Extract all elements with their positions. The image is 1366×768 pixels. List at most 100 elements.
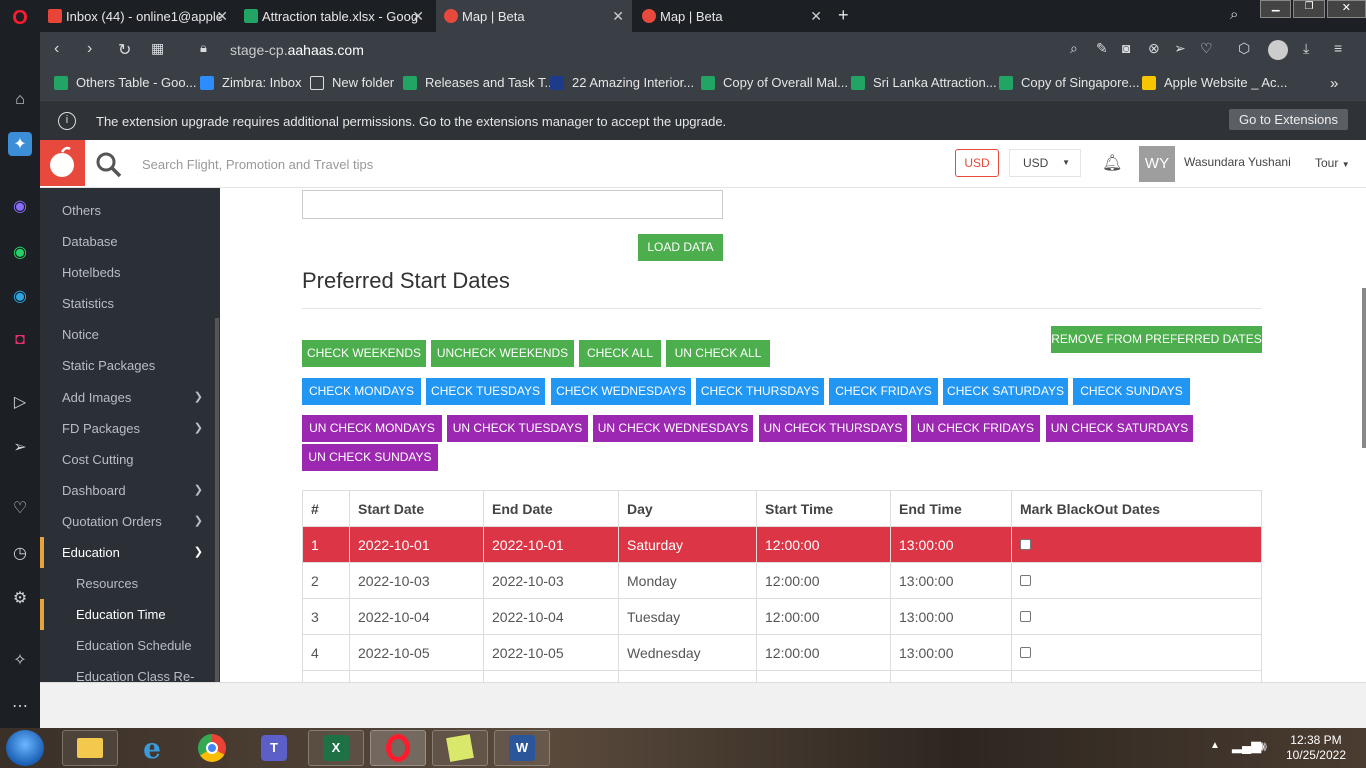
more-icon[interactable]: ⋯ [8, 694, 32, 718]
system-clock[interactable]: 12:38 PM 10/25/2022 [1286, 733, 1346, 763]
volume-icon[interactable]: 🔊︎ [1258, 738, 1267, 755]
check-all-button[interactable]: CHECK ALL [579, 340, 661, 367]
tab-inbox[interactable]: Inbox (44) - online1@apple ✕ [40, 0, 236, 32]
sidebar-scrollbar[interactable] [215, 318, 219, 682]
check-saturdays-button[interactable]: CHECK SATURDAYS [943, 378, 1068, 405]
menu-icon[interactable]: ≡ [1334, 40, 1342, 56]
uncheck-mondays-button[interactable]: UN CHECK MONDAYS [302, 415, 442, 442]
bell-icon[interactable]: 🔔︎ [1102, 153, 1122, 173]
settings-icon[interactable]: ⚙ [8, 586, 32, 610]
sidebar-item-notice[interactable]: Notice [40, 319, 215, 350]
tab-attraction-table[interactable]: Attraction table.xlsx - Goog ✕ [236, 0, 432, 32]
restore-icon[interactable]: ❐ [1293, 0, 1325, 18]
uncheck-fridays-button[interactable]: UN CHECK FRIDAYS [911, 415, 1040, 442]
back-icon[interactable]: ‹ [54, 40, 59, 58]
sidebar-item-add-images[interactable]: Add Images ❯ [40, 382, 215, 413]
search-input[interactable]: Search Flight, Promotion and Travel tips [142, 157, 373, 172]
close-icon[interactable]: ✕ [216, 8, 228, 25]
blackout-checkbox[interactable] [1020, 538, 1031, 550]
uncheck-thursdays-button[interactable]: UN CHECK THURSDAYS [759, 415, 907, 442]
check-tuesdays-button[interactable]: CHECK TUESDAYS [426, 378, 545, 405]
player-icon[interactable]: ▷ [8, 390, 32, 414]
search-icon[interactable] [96, 152, 122, 181]
page-scrollbar[interactable] [1362, 288, 1366, 448]
network-icon[interactable]: ▂▄▆ [1232, 738, 1261, 754]
blackout-checkbox[interactable] [1020, 610, 1031, 622]
go-to-extensions-button[interactable]: Go to Extensions [1229, 109, 1348, 130]
sidebar-item-education-schedule[interactable]: Education Schedule [40, 630, 215, 661]
search-tabs-icon[interactable]: ⌕ [1230, 6, 1238, 23]
teams-icon[interactable]: T [246, 730, 302, 766]
avatar[interactable]: WY [1139, 146, 1175, 182]
currency-badge[interactable]: USD [955, 149, 999, 177]
bookmark-item[interactable]: Zimbra: Inbox [200, 75, 301, 90]
sidebar-item-statistics[interactable]: Statistics [40, 288, 215, 319]
chrome-icon[interactable] [184, 730, 240, 766]
check-weekends-button[interactable]: CHECK WEEKENDS [302, 340, 426, 367]
check-thursdays-button[interactable]: CHECK THURSDAYS [696, 378, 824, 405]
load-data-button[interactable]: LOAD DATA [638, 234, 723, 261]
window-close-icon[interactable]: ✕ [1326, 0, 1366, 18]
adblock-icon[interactable]: ⊗ [1148, 40, 1160, 57]
data-input-field[interactable] [302, 190, 723, 219]
opera-logo-icon[interactable]: O [8, 6, 32, 30]
blackout-checkbox[interactable] [1020, 574, 1031, 586]
sidebar-item-database[interactable]: Database [40, 226, 215, 257]
table-row[interactable]: 3 2022-10-04 2022-10-04 Tuesday 12:00:00… [302, 598, 1262, 635]
bookmark-item[interactable]: Copy of Singapore... [999, 75, 1140, 90]
download-icon[interactable]: ⤓ [1303, 40, 1309, 57]
reload-icon[interactable]: ↻ [118, 40, 131, 60]
bookmark-item[interactable]: Copy of Overall Mal... [701, 75, 848, 90]
sidebar-item-education-time[interactable]: Education Time [40, 599, 215, 630]
app-logo-icon[interactable] [40, 140, 85, 186]
close-icon[interactable]: ✕ [412, 8, 424, 25]
sidebar-item-cost-cutting[interactable]: Cost Cutting [40, 444, 215, 475]
cube-icon[interactable]: ⬡ [1238, 40, 1250, 57]
more-bookmarks-icon[interactable]: » [1330, 75, 1338, 92]
home-icon[interactable]: ⌂ [8, 88, 32, 112]
sidebar-item-static-packages[interactable]: Static Packages [40, 350, 215, 381]
heart-icon[interactable]: ♡ [8, 496, 32, 520]
speed-dial-icon[interactable]: ✦ [8, 132, 32, 156]
check-mondays-button[interactable]: CHECK MONDAYS [302, 378, 421, 405]
uncheck-tuesdays-button[interactable]: UN CHECK TUESDAYS [447, 415, 588, 442]
telegram-icon[interactable]: ◉ [8, 284, 32, 308]
send-icon[interactable]: ➢ [1174, 40, 1186, 57]
sidebar-item-education-class[interactable]: Education Class Re- [40, 661, 215, 682]
sidebar-item-others[interactable]: Others [40, 195, 215, 226]
url-field[interactable]: stage-cp.aahaas.com [230, 42, 364, 58]
table-row[interactable]: 2 2022-10-03 2022-10-03 Monday 12:00:00 … [302, 562, 1262, 599]
edit-icon[interactable]: ✎ [1096, 40, 1108, 57]
camera-icon[interactable]: ◙ [1122, 40, 1130, 56]
new-tab-icon[interactable]: + [838, 5, 849, 26]
sidebar-item-resources[interactable]: Resources [40, 568, 215, 599]
instagram-icon[interactable]: ◘ [8, 328, 32, 352]
tab-map-beta[interactable]: Map | Beta ✕ [634, 0, 830, 32]
close-icon[interactable]: ✕ [612, 8, 624, 25]
bookmark-item[interactable]: Apple Website _ Ac... [1142, 75, 1287, 90]
sticky-notes-icon[interactable] [432, 730, 488, 766]
heart-icon[interactable]: ♡ [1200, 40, 1213, 57]
uncheck-saturdays-button[interactable]: UN CHECK SATURDAYS [1046, 415, 1193, 442]
sidebar-item-fd-packages[interactable]: FD Packages ❯ [40, 413, 215, 444]
check-sundays-button[interactable]: CHECK SUNDAYS [1073, 378, 1190, 405]
bookmark-item[interactable]: 22 Amazing Interior... [550, 75, 694, 90]
sidebar-item-education[interactable]: Education ❯ [40, 537, 215, 568]
tab-map-beta-active[interactable]: Map | Beta ✕ [436, 0, 632, 32]
profile-icon[interactable] [1268, 40, 1288, 60]
blackout-checkbox[interactable] [1020, 646, 1031, 658]
excel-icon[interactable]: X [308, 730, 364, 766]
bookmark-item[interactable]: Releases and Task T... [403, 75, 555, 90]
bookmark-item[interactable]: Sri Lanka Attraction... [851, 75, 997, 90]
currency-select[interactable]: USD ▼ [1009, 149, 1081, 177]
uncheck-sundays-button[interactable]: UN CHECK SUNDAYS [302, 444, 438, 471]
table-row[interactable]: 4 2022-10-05 2022-10-05 Wednesday 12:00:… [302, 634, 1262, 671]
history-icon[interactable]: ◷ [8, 541, 32, 565]
opera-icon[interactable] [370, 730, 426, 766]
uncheck-weekends-button[interactable]: UNCHECK WEEKENDS [431, 340, 574, 367]
start-button-icon[interactable] [6, 730, 44, 766]
whatsapp-icon[interactable]: ◉ [8, 240, 32, 264]
forward-icon[interactable]: › [87, 40, 92, 58]
check-wednesdays-button[interactable]: CHECK WEDNESDAYS [551, 378, 691, 405]
file-explorer-icon[interactable] [62, 730, 118, 766]
